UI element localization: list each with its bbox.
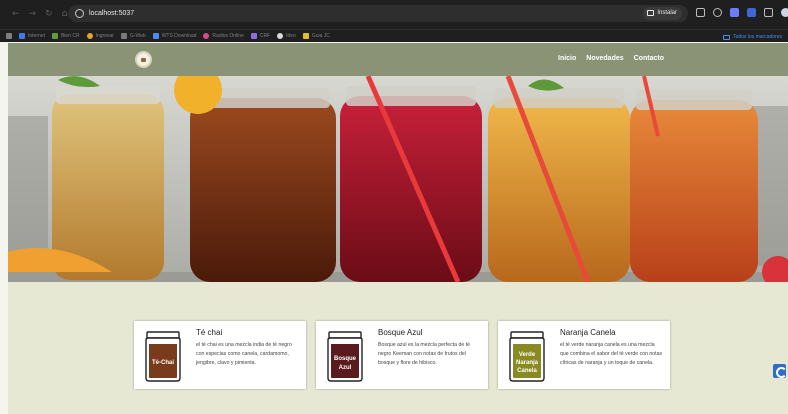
nav-link-contacto[interactable]: Contacto <box>634 53 664 65</box>
install-label: Instalar <box>657 10 677 16</box>
bookmark-favicon-icon <box>203 33 210 39</box>
all-bookmarks-label: Todos los marcadores <box>733 34 782 40</box>
back-icon[interactable]: ← <box>12 9 20 19</box>
bookmark-label: WTS Download <box>161 33 197 39</box>
card-description: el té chai es una mezcla india de té neg… <box>196 342 292 366</box>
profile-avatar-icon[interactable] <box>781 8 788 17</box>
bookmark-item[interactable]: Radios Online <box>203 32 244 40</box>
jar-label-line: Canela <box>517 368 537 374</box>
bookmark-item[interactable]: CRF <box>250 32 271 40</box>
bookmarks-bar: Internet Bien CR Ingresar G-Web WTS Down… <box>0 29 788 42</box>
bookmark-item[interactable]: Bien CR <box>51 32 80 40</box>
tea-card-te-chai[interactable]: Té-Chai Té chai el té chai es una mezcla… <box>134 321 306 389</box>
bookmark-label: Internet <box>28 33 45 39</box>
bookmark-star-icon[interactable] <box>713 8 722 17</box>
bookmark-favicon-icon <box>86 33 93 39</box>
reading-mode-icon[interactable] <box>696 8 705 17</box>
bookmark-label: Guia JC <box>311 33 330 39</box>
install-app-button[interactable]: Instalar <box>643 7 682 20</box>
card-title: Naranja Canela <box>560 328 616 337</box>
bookmark-favicon-icon <box>152 33 159 39</box>
all-bookmarks-button[interactable]: Todos los marcadores <box>723 33 782 41</box>
bookmark-favicon-icon <box>19 33 25 39</box>
bookmark-favicon-icon <box>250 33 257 39</box>
bookmark-item[interactable]: Guia JC <box>302 32 330 40</box>
iced-tea-jars-illustration <box>8 76 788 282</box>
bookmark-favicon-icon <box>277 33 284 39</box>
nav-links: Inicio Novedades Contacto <box>558 53 664 65</box>
bookmark-label: Ingresar <box>95 33 114 39</box>
folder-icon <box>723 34 731 40</box>
extension-icon[interactable] <box>730 8 739 17</box>
bookmark-label: Ideo <box>286 33 296 39</box>
nav-link-inicio[interactable]: Inicio <box>558 53 576 65</box>
bookmark-favicon-icon <box>302 33 309 39</box>
url-text: localhost:5037 <box>89 10 135 17</box>
site-navbar: Inicio Novedades Contacto <box>8 43 788 76</box>
bookmark-favicon-icon <box>51 33 58 39</box>
card-title: Té chai <box>196 328 223 337</box>
extension-icon[interactable] <box>747 8 756 17</box>
browser-nav-buttons: ← → ↻ ⌂ <box>12 9 67 19</box>
address-bar[interactable]: localhost:5037 Instalar <box>68 5 688 22</box>
bookmark-favicon-icon <box>120 33 127 39</box>
apps-icon[interactable] <box>6 33 12 39</box>
browser-toolbar: ← → ↻ ⌂ localhost:5037 Instalar <box>0 0 788 29</box>
tea-jar-image: Bosque Azul <box>327 331 363 382</box>
install-icon <box>647 10 655 16</box>
bookmark-label: Radios Online <box>212 33 244 39</box>
jar-label-line: Azul <box>339 365 352 371</box>
tea-jar-image: Té-Chai <box>145 331 181 382</box>
floating-assistant-icon[interactable] <box>773 364 787 378</box>
side-panel-icon[interactable] <box>764 8 773 17</box>
bookmark-item[interactable]: Internet <box>19 32 45 40</box>
bookmark-item[interactable]: G-Web <box>120 32 146 40</box>
card-description: el té verde naranja canela es una mezcla… <box>560 342 663 366</box>
bookmark-label: G-Web <box>129 33 146 39</box>
reload-icon[interactable]: ↻ <box>45 9 53 19</box>
bookmark-label: Bien CR <box>60 33 80 39</box>
hero-image <box>8 76 788 282</box>
tea-card-naranja-canela[interactable]: Verde Naranja Canela Naranja Canela el t… <box>498 321 670 389</box>
bookmark-item[interactable]: Ingresar <box>86 32 114 40</box>
jar-label-line: Naranja <box>516 360 539 366</box>
tea-cards-section: Té-Chai Té chai el té chai es una mezcla… <box>8 282 788 414</box>
jar-label: Té-Chai <box>152 360 174 366</box>
jar-label-line: Verde <box>519 352 536 358</box>
nav-link-novedades[interactable]: Novedades <box>586 53 623 65</box>
home-icon[interactable]: ⌂ <box>62 9 68 19</box>
bookmark-item[interactable]: Ideo <box>277 32 296 40</box>
card-title: Bosque Azul <box>378 328 423 337</box>
tea-jar-image: Verde Naranja Canela <box>509 331 545 382</box>
site-info-icon[interactable] <box>75 9 84 18</box>
bookmark-label: CRF <box>259 33 271 39</box>
bookmark-item[interactable]: WTS Download <box>152 32 197 40</box>
card-description: Bosque azul es la mezcla perfecta de té … <box>378 342 470 366</box>
tea-card-bosque-azul[interactable]: Bosque Azul Bosque Azul Bosque azul es l… <box>316 321 488 389</box>
site-logo[interactable] <box>135 51 152 68</box>
bookmarks-list: Internet Bien CR Ingresar G-Web WTS Down… <box>6 32 330 40</box>
jar-label-line: Bosque <box>334 356 357 362</box>
forward-icon[interactable]: → <box>29 9 37 19</box>
browser-actions <box>696 8 788 17</box>
